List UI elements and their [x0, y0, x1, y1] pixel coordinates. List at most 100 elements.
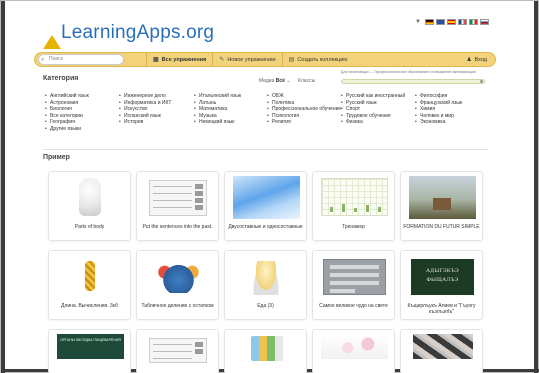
chevron-down-icon: ⌄: [286, 78, 291, 84]
card-title: Тренажер: [342, 224, 365, 230]
category-link[interactable]: Экономика: [415, 119, 462, 126]
app-card[interactable]: Тренажер: [312, 171, 395, 241]
app-card[interactable]: Самое великое чудо на свете: [312, 250, 395, 320]
flag-es-icon[interactable]: [446, 19, 456, 25]
app-card[interactable]: [312, 329, 395, 373]
card-title: Еда (3): [257, 303, 274, 309]
photo-collage-image: [413, 334, 473, 359]
card-title: Къщерлъукъ Алиев и "Гъуогу къэлъэпlъ": [407, 303, 476, 315]
card-title: Parts of body: [74, 224, 105, 230]
site-logo[interactable]: LearningApps.org: [41, 17, 215, 49]
category-column-4: ОБЖ Политика Профессиональное обучение П…: [267, 93, 341, 126]
card-thumbnail: [409, 334, 476, 373]
app-card[interactable]: [224, 329, 307, 373]
dropdown-arrow-icon[interactable]: ▼: [415, 19, 421, 25]
level-range-text: Для начинающих — Профессиональное образо…: [341, 70, 476, 74]
new-exercise-button[interactable]: ✎ Новое упражнение: [212, 53, 281, 66]
flag-de-icon[interactable]: [424, 19, 434, 25]
slider-handle[interactable]: [480, 80, 483, 83]
app-card[interactable]: Длина. Вычисления. 3кб: [48, 250, 131, 320]
flag-ru-icon[interactable]: [479, 19, 489, 25]
category-link[interactable]: Физика: [341, 119, 405, 126]
card-thumbnail: [145, 255, 212, 298]
flower-image: [321, 334, 388, 359]
card-title: FORMATION DU FUTUR SIMPLE: [403, 224, 480, 230]
language-flags: ▼: [415, 19, 489, 25]
chalkboard-image: АДЫГЭКЪЭ ФЫЩАЛЪЭ: [411, 259, 474, 295]
card-thumbnail: [233, 334, 300, 373]
category-column-3: Итальянский язык Латынь Математика Музык…: [194, 93, 241, 126]
flag-fr-icon[interactable]: [457, 19, 467, 25]
category-column-1: Английский язык Астрономия Биология Все …: [45, 93, 89, 132]
flag-it-icon[interactable]: [468, 19, 478, 25]
app-card[interactable]: Parts of body: [48, 171, 131, 241]
card-thumbnail: [233, 176, 300, 219]
new-exercise-label: Новое упражнение: [227, 56, 276, 63]
level-slider[interactable]: [341, 79, 485, 84]
card-thumbnail: [233, 255, 300, 298]
card-thumbnail: [57, 255, 124, 298]
card-title: Двусоставные и односоставные: [228, 224, 303, 230]
card-thumbnail: [409, 176, 476, 219]
app-card[interactable]: Put the sentences into the past.: [136, 171, 219, 241]
media-value: Всё: [275, 78, 285, 84]
app-card[interactable]: Еда (3): [224, 250, 307, 320]
category-heading: Категория: [43, 75, 79, 82]
flag-gb-icon[interactable]: [435, 19, 445, 25]
tablet-illustration: [151, 261, 206, 293]
card-thumbnail: [145, 334, 212, 373]
card-thumbnail: [321, 176, 388, 219]
logo-text: LearningApps.org: [61, 22, 215, 43]
app-card[interactable]: Двусоставные и односоставные: [224, 171, 307, 241]
blue-background-image: [233, 176, 300, 219]
card-thumbnail: АДЫГЭКЪЭ ФЫЩАЛЪЭ: [409, 255, 476, 298]
form-image: [323, 259, 386, 295]
grid-image: [321, 178, 388, 216]
giraffe-image: [85, 261, 95, 291]
grid-icon: ▦: [153, 57, 159, 63]
category-link[interactable]: Религия: [267, 119, 341, 126]
worksheet-image: [149, 180, 207, 216]
card-thumbnail: [57, 176, 124, 219]
category-link[interactable]: История: [119, 119, 171, 126]
greenboard-image: ОРГАНЫ ЖЕЛУДКА ПИЩЕВАРЕНИЯ: [57, 334, 124, 359]
login-label: Вход: [474, 56, 487, 63]
card-title: Табличное деление с остатком: [141, 303, 214, 309]
app-card[interactable]: ОРГАНЫ ЖЕЛУДКА ПИЩЕВАРЕНИЯ: [48, 329, 131, 373]
app-card[interactable]: [400, 329, 483, 373]
user-icon: ♟: [466, 56, 472, 63]
category-column-2: Инженерное дело Информатика и ИКТ Искусс…: [119, 93, 171, 126]
card-thumbnail: ОРГАНЫ ЖЕЛУДКА ПИЩЕВАРЕНИЯ: [57, 334, 124, 373]
media-label: Медиа: [259, 78, 275, 84]
card-title: Длина. Вычисления. 3кб: [61, 303, 118, 309]
create-collection-button[interactable]: ▤ Создать коллекцию: [281, 53, 354, 66]
app-card[interactable]: Табличное деление с остатком: [136, 250, 219, 320]
create-collection-label: Создать коллекцию: [297, 56, 348, 63]
all-exercises-label: Все упражнения: [161, 56, 207, 63]
category-link[interactable]: Немецкий язык: [194, 119, 241, 126]
window-edge-right: [534, 1, 538, 373]
collection-icon: ▤: [288, 57, 295, 63]
window-edge-left: [1, 1, 5, 373]
login-button[interactable]: ♟ Вход: [467, 57, 487, 63]
section-divider: [43, 149, 488, 150]
bottles-image: [251, 336, 283, 361]
logo-triangle-icon: [43, 35, 61, 49]
all-exercises-button[interactable]: ▦ Все упражнения: [146, 53, 212, 66]
card-title: Put the sentences into the past.: [142, 224, 213, 230]
category-link[interactable]: Другие языки: [45, 126, 89, 133]
search-placeholder: Поиск: [49, 56, 63, 62]
worksheet-image: [149, 338, 207, 363]
app-card[interactable]: АДЫГЭКЪЭ ФЫЩАЛЪЭ Къщерлъукъ Алиев и "Гъу…: [400, 250, 483, 320]
search-input[interactable]: ⌕ Поиск: [38, 54, 124, 65]
media-filter[interactable]: Медиа Всё ⌄ Классы: [259, 78, 315, 84]
landscape-photo: [409, 176, 476, 219]
main-toolbar: ⌕ Поиск ▦ Все упражнения ✎ Новое упражне…: [34, 52, 496, 67]
card-thumbnail: [145, 176, 212, 219]
food-bowl-image: [253, 261, 279, 295]
pencil-icon: ✎: [219, 57, 225, 63]
app-card[interactable]: [136, 329, 219, 373]
classes-label: Классы: [297, 78, 316, 84]
category-column-6: Философия Французский язык Химия Человек…: [415, 93, 462, 126]
app-card[interactable]: FORMATION DU FUTUR SIMPLE: [400, 171, 483, 241]
